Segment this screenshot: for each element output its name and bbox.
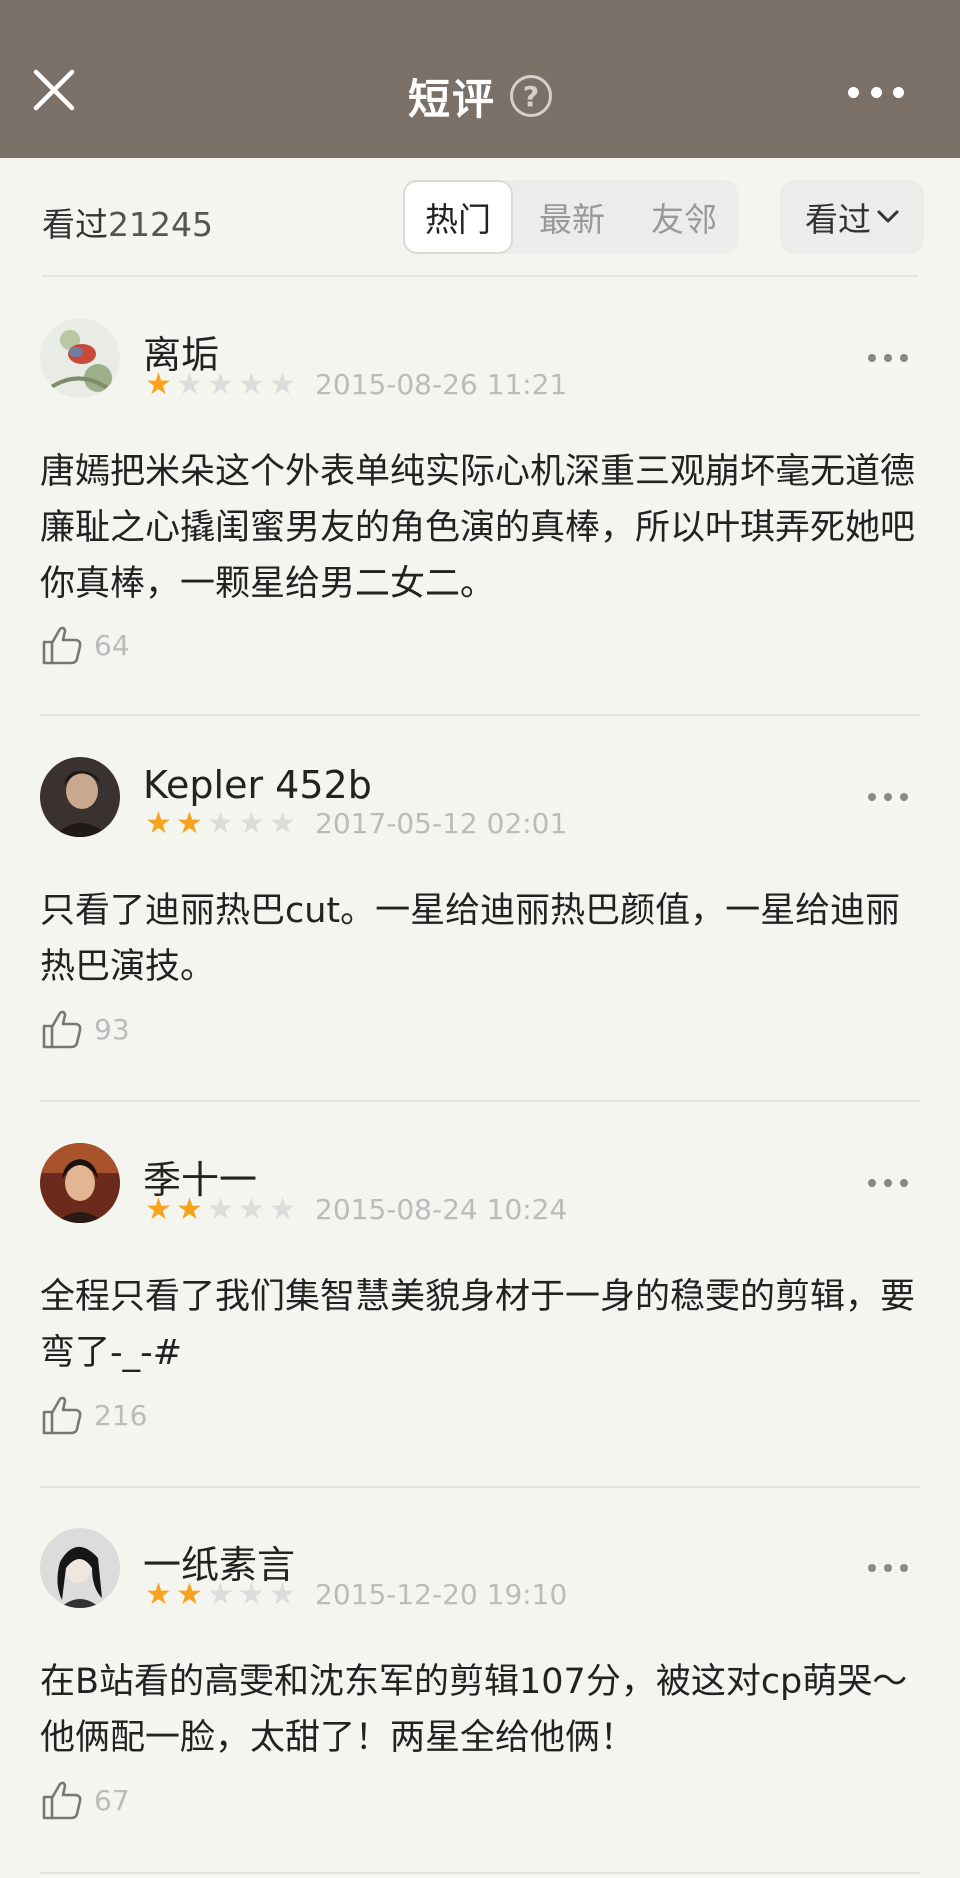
- divider: [42, 275, 918, 277]
- review-date: 2017-05-12 02:01: [315, 807, 568, 840]
- review-text: 只看了迪丽热巴cut。一星给迪丽热巴颜值，一星给迪丽热巴演技。: [40, 891, 901, 987]
- rating-stars: ★ ★ ★ ★ ★: [143, 1580, 298, 1610]
- tab-friends[interactable]: 友邻: [630, 180, 738, 254]
- review-date: 2015-08-24 10:24: [315, 1193, 568, 1226]
- thumbs-up-icon: [42, 1781, 82, 1820]
- star-filled-icon: ★: [176, 806, 203, 841]
- star-empty-icon: ★: [207, 1577, 234, 1612]
- review-text: 在B站看的高雯和沈东军的剪辑107分，被这对cp萌哭～他俩配一脸，太甜了！两星全…: [40, 1662, 908, 1758]
- star-empty-icon: ★: [269, 806, 296, 841]
- star-empty-icon: ★: [269, 1192, 296, 1227]
- avatar[interactable]: [40, 757, 120, 837]
- rating-stars: ★ ★ ★ ★ ★: [143, 370, 298, 400]
- status-dropdown[interactable]: 看过: [780, 180, 924, 254]
- more-options-icon[interactable]: [868, 791, 908, 803]
- thumbs-up-icon: [42, 1010, 82, 1049]
- watched-count: 看过21245: [42, 198, 213, 246]
- star-empty-icon: ★: [238, 367, 265, 402]
- more-options-icon[interactable]: [868, 1562, 908, 1574]
- star-filled-icon: ★: [176, 1577, 203, 1612]
- review-text: 全程只看了我们集智慧美貌身材于一身的稳雯的剪辑，要弯了-_-#: [40, 1277, 916, 1373]
- chevron-down-icon: [877, 210, 899, 223]
- watched-label: 看过: [42, 205, 108, 244]
- review-date: 2015-12-20 19:10: [315, 1578, 568, 1611]
- avatar[interactable]: [40, 1143, 120, 1223]
- divider: [40, 1872, 920, 1874]
- divider: [40, 1486, 920, 1488]
- star-empty-icon: ★: [238, 806, 265, 841]
- dropdown-label: 看过: [805, 200, 871, 239]
- review-text: 唐嫣把米朵这个外表单纯实际心机深重三观崩坏毫无道德廉耻之心撬闺蜜男友的角色演的真…: [40, 452, 916, 604]
- like-count: 67: [94, 1783, 130, 1817]
- like-button[interactable]: 64: [40, 623, 130, 667]
- header-bar: 短评 ?: [0, 0, 960, 158]
- like-button[interactable]: 93: [40, 1007, 130, 1051]
- review-date: 2015-08-26 11:21: [315, 368, 568, 401]
- divider: [40, 1100, 920, 1102]
- sort-segmented-control: 热门 最新 友邻: [403, 180, 738, 254]
- star-filled-icon: ★: [176, 1192, 203, 1227]
- thumbs-up-icon: [42, 1396, 82, 1435]
- help-icon[interactable]: ?: [510, 75, 552, 117]
- star-empty-icon: ★: [238, 1577, 265, 1612]
- filter-bar: 看过21245 热门 最新 友邻 看过: [0, 158, 960, 278]
- tab-hot[interactable]: 热门: [403, 180, 513, 254]
- rating-stars: ★ ★ ★ ★ ★: [143, 1195, 298, 1225]
- like-count: 216: [94, 1398, 148, 1432]
- star-empty-icon: ★: [238, 1192, 265, 1227]
- watched-number: 21245: [108, 205, 213, 244]
- rating-stars: ★ ★ ★ ★ ★: [143, 809, 298, 839]
- like-button[interactable]: 216: [40, 1393, 147, 1437]
- star-empty-icon: ★: [207, 367, 234, 402]
- tab-latest[interactable]: 最新: [518, 180, 626, 254]
- review-item: 一纸素言 ★ ★ ★ ★ ★ 2015-12-20 19:10 在B站看的高雯和沈东军的…: [0, 1528, 960, 1868]
- star-empty-icon: ★: [207, 1192, 234, 1227]
- like-count: 64: [94, 628, 130, 662]
- username[interactable]: Kepler 452b: [143, 763, 372, 807]
- star-empty-icon: ★: [269, 1577, 296, 1612]
- avatar[interactable]: [40, 318, 120, 398]
- more-options-icon[interactable]: [848, 80, 904, 104]
- review-item: Kepler 452b ★ ★ ★ ★ ★ 2017-05-12 02:01 只看了迪丽…: [0, 757, 960, 1097]
- thumbs-up-icon: [42, 626, 82, 665]
- star-empty-icon: ★: [269, 367, 296, 402]
- review-item: 季十一 ★ ★ ★ ★ ★ 2015-08-24 10:24 全程只看了我们集智慧美貌身…: [0, 1143, 960, 1483]
- like-button[interactable]: 67: [40, 1778, 130, 1822]
- star-empty-icon: ★: [207, 806, 234, 841]
- star-filled-icon: ★: [145, 1192, 172, 1227]
- more-options-icon[interactable]: [868, 352, 908, 364]
- page-title: 短评: [407, 74, 496, 124]
- star-filled-icon: ★: [145, 1577, 172, 1612]
- title-group: 短评 ?: [0, 68, 960, 124]
- review-item: 离垢 ★ ★ ★ ★ ★ 2015-08-26 11:21 唐嫣把米朵这个外表单纯实际心…: [0, 318, 960, 708]
- more-options-icon[interactable]: [868, 1177, 908, 1189]
- star-filled-icon: ★: [145, 806, 172, 841]
- divider: [40, 714, 920, 716]
- star-filled-icon: ★: [145, 367, 172, 402]
- like-count: 93: [94, 1012, 130, 1046]
- avatar[interactable]: [40, 1528, 120, 1608]
- star-empty-icon: ★: [176, 367, 203, 402]
